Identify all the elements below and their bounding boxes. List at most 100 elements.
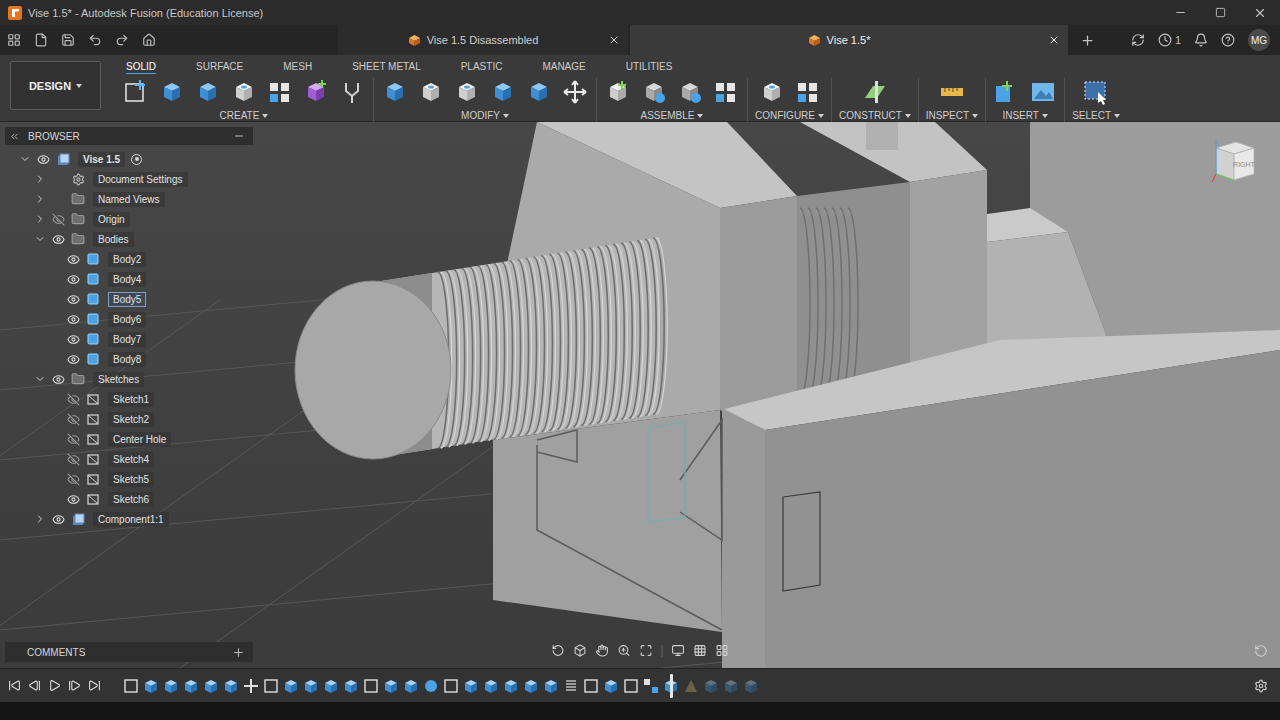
dropdown-caret-icon[interactable] [76,84,82,88]
extrude-feature-icon[interactable] [183,678,199,694]
base-front[interactable] [765,350,1280,668]
browser-item[interactable]: Component1:1 [5,509,253,529]
extrude-feature-icon[interactable] [163,678,179,694]
maximize-button[interactable] [1200,0,1240,25]
close-tab-icon[interactable] [608,34,620,46]
view-cube[interactable]: RIGHT [1210,136,1260,194]
browser-item[interactable]: Sketch2 [5,409,253,429]
job-status[interactable]: 1 [1158,33,1181,47]
orbit-icon[interactable] [552,644,565,657]
sketch-feature-icon[interactable] [263,678,279,694]
visibility-toggle[interactable] [48,213,68,226]
tool-group-menu[interactable]: CONSTRUCT [839,110,911,121]
expander[interactable] [17,153,33,165]
active-component-icon[interactable] [131,154,142,165]
moving-jaw-top[interactable] [800,122,987,182]
visibility-toggle[interactable] [63,253,83,266]
press-icon[interactable] [381,78,409,106]
extrude-feature-icon[interactable] [203,678,219,694]
extrude-feature-icon[interactable] [303,678,319,694]
eye-icon[interactable] [67,273,80,286]
visibility-toggle[interactable] [63,293,83,306]
base-side[interactable] [493,410,722,632]
extrude-feature-icon[interactable] [283,678,299,694]
dropdown-caret-icon[interactable] [818,114,824,118]
extrude-feature-icon[interactable] [523,678,539,694]
browser-item-label[interactable]: Vise 1.5 [78,152,125,167]
extrude-icon[interactable] [158,78,186,106]
toolbar-tab[interactable]: MESH [283,61,312,74]
visibility-toggle[interactable] [63,273,83,286]
document-tab[interactable]: Vise 1.5 Disassembled [338,25,628,55]
sketch-icon[interactable] [122,78,150,106]
sketch-profile[interactable] [783,492,820,591]
view-cube-icon[interactable]: RIGHT [1210,136,1260,190]
browser-item[interactable]: Body4 [5,269,253,289]
select-icon[interactable] [1082,78,1110,106]
eye-off-icon[interactable] [67,413,80,426]
sketch-profile[interactable] [648,422,685,522]
tool-group-menu[interactable]: INSPECT [926,110,978,121]
expander[interactable] [32,233,48,245]
visibility-toggle[interactable] [63,313,83,326]
browser-item[interactable]: Sketch1 [5,389,253,409]
jaw-notch[interactable] [866,122,898,150]
display-settings-icon[interactable] [672,644,685,657]
extrude-feature-icon[interactable] [143,678,159,694]
timeline-settings[interactable] [1254,679,1268,693]
collapsed-arrow-icon[interactable] [34,513,46,525]
move-feature-icon[interactable] [243,678,259,694]
dropdown-caret-icon[interactable] [905,114,911,118]
minimize-button[interactable] [1160,0,1200,25]
browser-item[interactable]: Named Views [5,189,253,209]
eye-off-icon[interactable] [67,473,80,486]
browser-item-label[interactable]: Body7 [108,332,146,347]
dropdown-caret-icon[interactable] [972,114,978,118]
expander[interactable] [32,173,48,185]
eye-icon[interactable] [67,313,80,326]
canvas[interactable]: BROWSERVise 1.5Document SettingsNamed Vi… [0,122,1280,668]
eye-icon[interactable] [67,353,80,366]
expanded-arrow-icon[interactable] [19,153,31,165]
undo-icon[interactable] [88,33,102,47]
step-forward-icon[interactable] [68,679,81,692]
dropdown-caret-icon[interactable] [697,114,703,118]
table-icon[interactable] [794,78,822,106]
visibility-toggle[interactable] [48,513,68,526]
collapse-panel-icon[interactable] [9,131,20,142]
asjoint-icon[interactable] [676,78,704,106]
minimize-icon[interactable] [1174,6,1187,19]
browser-item-label[interactable]: Document Settings [93,172,188,187]
new-tab-icon[interactable] [1080,33,1095,48]
fillet-icon[interactable] [417,78,445,106]
maximize-icon[interactable] [1215,7,1226,18]
browser-item[interactable]: Body8 [5,349,253,369]
collapsed-arrow-icon[interactable] [34,213,46,225]
browser-item-label[interactable]: Sketch4 [108,452,154,467]
tool-group-menu[interactable]: CONFIGURE [755,110,824,121]
browser-item-label[interactable]: Body4 [108,272,146,287]
model-viewport[interactable] [0,122,1280,668]
browser-item[interactable]: Origin [5,209,253,229]
sketch-feature-icon[interactable] [443,678,459,694]
move-icon[interactable] [561,78,589,106]
go-to-start-icon[interactable] [8,679,21,692]
expander[interactable] [32,373,48,385]
expanded-arrow-icon[interactable] [34,373,46,385]
thread-feature-icon[interactable] [563,678,579,694]
timeline-playhead[interactable] [670,674,673,698]
extrude-feature-icon[interactable] [703,678,719,694]
revolve-icon[interactable] [194,78,222,106]
split-feature-icon[interactable] [683,678,699,694]
dropdown-caret-icon[interactable] [1114,114,1120,118]
free-orbit-icon[interactable] [1254,644,1268,658]
collapsed-arrow-icon[interactable] [34,193,46,205]
browser-item-label[interactable]: Bodies [93,232,134,247]
moving-jaw-side[interactable] [797,182,910,395]
tool-group-menu[interactable]: INSERT [1002,110,1048,121]
browser-item-label[interactable]: Body2 [108,252,146,267]
visibility-toggle[interactable] [63,353,83,366]
visibility-toggle[interactable] [63,453,83,466]
tool-group-menu[interactable]: CREATE [220,110,269,121]
visibility-toggle[interactable] [63,473,83,486]
